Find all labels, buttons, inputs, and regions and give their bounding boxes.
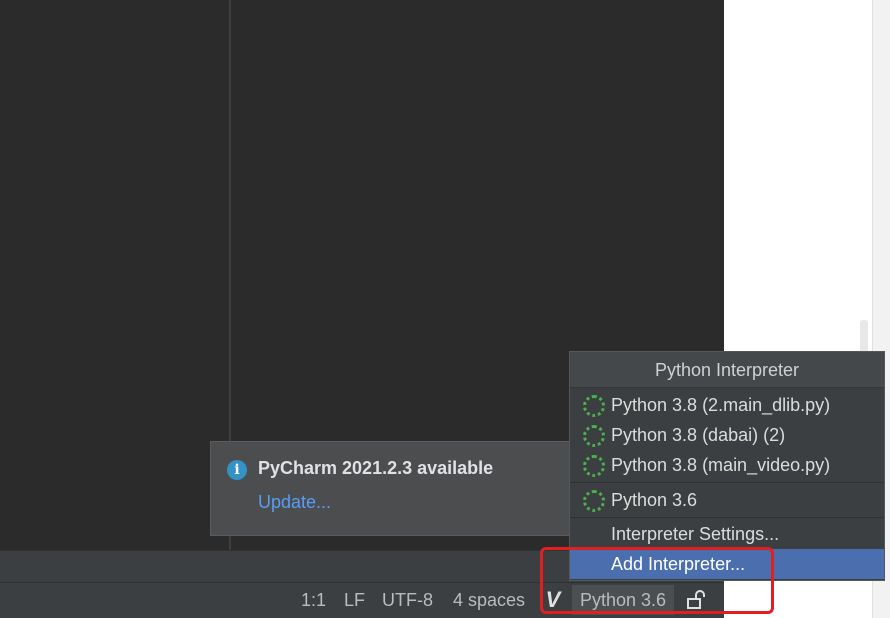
interpreter-popup: Python Interpreter Python 3.8 (2.main_dl… (569, 351, 885, 581)
current-interpreter-option[interactable]: Python 3.6 (570, 485, 884, 515)
spinner-ring-icon (583, 425, 605, 447)
interpreter-option-label: Python 3.8 (2.main_dlib.py) (611, 395, 831, 415)
line-separator[interactable]: LF (344, 589, 365, 611)
update-link[interactable]: Update... (258, 492, 331, 513)
popup-separator (570, 517, 884, 518)
interpreter-option[interactable]: Python 3.8 (main_video.py) (570, 450, 884, 480)
popup-title: Python Interpreter (570, 352, 884, 388)
add-interpreter-item[interactable]: Add Interpreter... (570, 549, 884, 579)
interpreter-settings-item[interactable]: Interpreter Settings... (570, 519, 884, 549)
notification-title: PyCharm 2021.2.3 available (258, 458, 494, 478)
indent-setting[interactable]: 4 spaces (453, 589, 525, 611)
popup-separator (570, 482, 884, 483)
interpreter-option[interactable]: Python 3.8 (dabai) (2) (570, 420, 884, 450)
update-notification: i PyCharm 2021.2.3 available Update... (210, 441, 570, 536)
spinner-ring-icon (583, 395, 605, 417)
info-icon: i (227, 460, 247, 480)
spinner-ring-icon (583, 490, 605, 512)
status-bar: 1:1 LF UTF-8 4 spaces V Python 3.6 (0, 582, 724, 618)
caret-position[interactable]: 1:1 (301, 589, 326, 611)
interpreter-option-label: Python 3.6 (611, 490, 698, 510)
interpreter-option[interactable]: Python 3.8 (2.main_dlib.py) (570, 390, 884, 420)
interpreter-selector[interactable]: Python 3.6 (572, 585, 675, 615)
spinner-ring-icon (583, 455, 605, 477)
file-encoding[interactable]: UTF-8 (382, 589, 433, 611)
interpreter-settings-label: Interpreter Settings... (611, 524, 780, 544)
interpreter-option-label: Python 3.8 (main_video.py) (611, 455, 831, 475)
add-interpreter-label: Add Interpreter... (611, 554, 746, 574)
unlocked-icon[interactable] (686, 590, 706, 610)
interpreter-option-label: Python 3.8 (dabai) (2) (611, 425, 786, 445)
vim-icon[interactable]: V (542, 587, 564, 613)
